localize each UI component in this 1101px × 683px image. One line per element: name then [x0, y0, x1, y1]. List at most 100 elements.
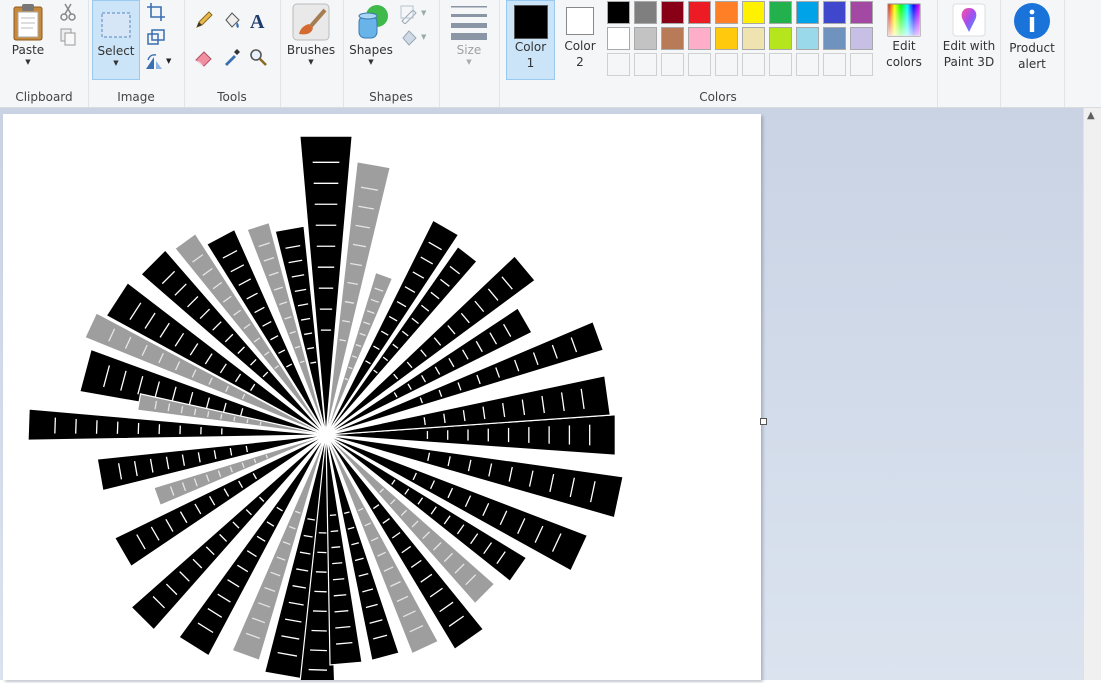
magnifier-icon[interactable]	[248, 47, 268, 67]
paint3d-group: Edit with Paint 3D	[937, 0, 1001, 107]
palette-swatch[interactable]	[850, 1, 873, 24]
shapes-button[interactable]: Shapes ▼	[345, 2, 397, 66]
resize-handle-right[interactable]	[760, 418, 767, 425]
palette-swatch[interactable]	[796, 53, 819, 76]
select-icon	[98, 7, 134, 43]
colors-group-label: Colors	[499, 90, 937, 104]
palette-swatch[interactable]	[661, 27, 684, 50]
palette-swatch[interactable]	[850, 53, 873, 76]
clipboard-group: Paste ▼ Clipboard	[0, 0, 89, 107]
outline-icon[interactable]	[399, 4, 419, 24]
color2-button[interactable]: Color 2	[557, 0, 603, 80]
palette-swatch[interactable]	[769, 53, 792, 76]
size-label: Size	[445, 42, 493, 58]
palette-swatch[interactable]	[688, 27, 711, 50]
resize-icon[interactable]	[146, 27, 166, 47]
palette-swatch[interactable]	[715, 1, 738, 24]
window-row	[312, 630, 327, 631]
shapes-group: Shapes ▼ ▼ ▼ Shapes	[343, 0, 440, 107]
window-row	[234, 417, 235, 421]
window-row	[55, 418, 56, 434]
colors-group: Color 1 Color 2	[499, 0, 938, 107]
copy-icon[interactable]	[58, 27, 78, 47]
tools-group: A Tools	[184, 0, 281, 107]
palette-swatch[interactable]	[769, 27, 792, 50]
window-row	[331, 531, 339, 532]
color-palette	[607, 0, 879, 80]
size-group: Size ▼	[439, 0, 500, 107]
palette-swatch[interactable]	[607, 53, 630, 76]
window-row	[332, 563, 342, 564]
chevron-down-icon: ▼	[6, 58, 50, 66]
shapes-icon	[351, 2, 391, 42]
edit-with-paint3d-button[interactable]: Edit with Paint 3D	[939, 2, 999, 70]
color1-button[interactable]: Color 1	[506, 0, 555, 80]
ribbon: Paste ▼ Clipboard Select ▼	[0, 0, 1101, 108]
shapes-label: Shapes	[345, 42, 397, 58]
cut-icon[interactable]	[58, 2, 78, 22]
palette-swatch[interactable]	[769, 1, 792, 24]
size-button[interactable]: Size ▼	[445, 2, 493, 66]
chevron-down-icon[interactable]: ▼	[166, 57, 171, 65]
brushes-label: Brushes	[286, 42, 336, 58]
brushes-group: Brushes ▼	[280, 0, 344, 107]
rotate-icon[interactable]	[144, 52, 164, 72]
edit-colors-button[interactable]: Edit colors	[879, 2, 929, 70]
crop-icon[interactable]	[146, 2, 166, 22]
svg-text:A: A	[250, 11, 265, 30]
chevron-down-icon: ▼	[93, 59, 139, 67]
window-row	[309, 670, 327, 671]
paste-button[interactable]: Paste ▼	[6, 2, 50, 66]
image-group-label: Image	[88, 90, 184, 104]
window-row	[76, 419, 77, 434]
chevron-down-icon[interactable]: ▼	[421, 33, 426, 41]
palette-swatch[interactable]	[607, 1, 630, 24]
palette-swatch[interactable]	[607, 27, 630, 50]
palette-swatch[interactable]	[742, 53, 765, 76]
info-icon	[1013, 2, 1051, 40]
palette-swatch[interactable]	[742, 27, 765, 50]
edit-colors-icon	[886, 2, 922, 38]
brush-icon	[291, 2, 331, 42]
fill-icon[interactable]	[222, 10, 242, 30]
shapes-group-label: Shapes	[343, 90, 439, 104]
palette-swatch[interactable]	[715, 27, 738, 50]
palette-swatch[interactable]	[634, 1, 657, 24]
palette-swatch[interactable]	[742, 1, 765, 24]
color2-swatch	[566, 7, 594, 35]
color-picker-icon[interactable]	[222, 47, 242, 67]
color1-swatch	[514, 5, 548, 39]
line-width-icon	[449, 2, 489, 42]
palette-swatch[interactable]	[634, 27, 657, 50]
palette-swatch[interactable]	[796, 27, 819, 50]
scroll-up-arrow-icon[interactable]: ▲	[1087, 110, 1095, 121]
palette-swatch[interactable]	[796, 1, 819, 24]
edit-colors-label: Edit colors	[879, 38, 929, 70]
eraser-icon[interactable]	[194, 47, 214, 67]
palette-swatch[interactable]	[823, 53, 846, 76]
palette-swatch[interactable]	[823, 27, 846, 50]
palette-swatch[interactable]	[661, 1, 684, 24]
palette-swatch[interactable]	[850, 27, 873, 50]
palette-swatch[interactable]	[661, 53, 684, 76]
text-icon[interactable]: A	[248, 10, 268, 30]
palette-swatch[interactable]	[688, 53, 711, 76]
color2-label: Color 2	[557, 38, 603, 70]
product-alert-group: Product alert	[1000, 0, 1065, 107]
palette-swatch[interactable]	[634, 53, 657, 76]
brushes-button[interactable]: Brushes ▼	[286, 2, 336, 66]
palette-swatch[interactable]	[823, 1, 846, 24]
select-button[interactable]: Select ▼	[92, 0, 140, 80]
pencil-icon[interactable]	[194, 10, 214, 30]
palette-swatch[interactable]	[715, 53, 738, 76]
palette-swatch[interactable]	[688, 1, 711, 24]
drawing-canvas[interactable]	[3, 114, 761, 680]
product-alert-button[interactable]: Product alert	[1002, 2, 1062, 72]
select-label: Select	[93, 43, 139, 59]
fill-shape-icon[interactable]	[399, 28, 419, 48]
window-row	[331, 547, 340, 548]
vertical-scrollbar[interactable]: ▲	[1083, 108, 1101, 680]
chevron-down-icon[interactable]: ▼	[421, 9, 426, 17]
window-row	[260, 422, 261, 425]
chevron-down-icon: ▼	[445, 58, 493, 66]
